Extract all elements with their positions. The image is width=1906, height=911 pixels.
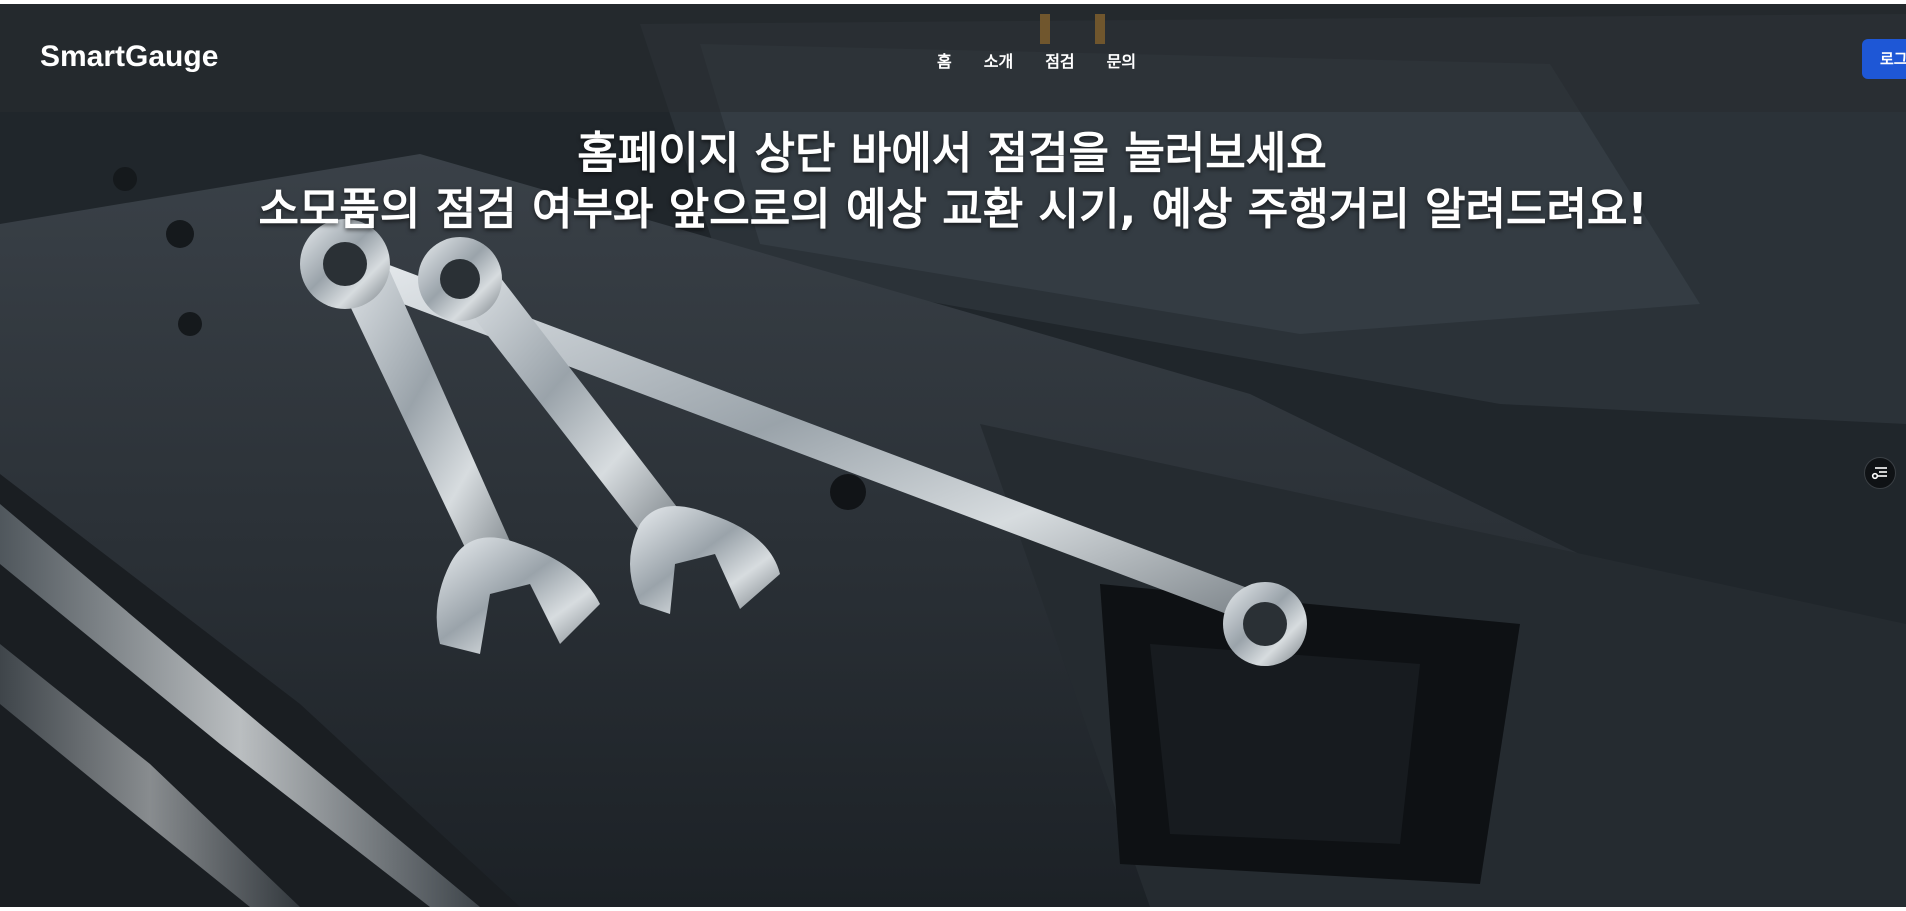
login-button[interactable]: 로그인 (1862, 39, 1906, 79)
nav-link-inspection[interactable]: 점검 (1045, 48, 1074, 72)
page: SmartGauge 홈 소개 점검 문의 로그인 홈페이지 상단 바에서 점검… (0, 0, 1906, 911)
nav-link-about[interactable]: 소개 (984, 48, 1013, 72)
hero-section: SmartGauge 홈 소개 점검 문의 로그인 홈페이지 상단 바에서 점검… (0, 4, 1906, 907)
brand-logo[interactable]: SmartGauge (40, 40, 218, 74)
nav-links: 홈 소개 점검 문의 (937, 48, 1168, 72)
floating-settings-button[interactable] (1864, 457, 1896, 489)
top-navbar: SmartGauge 홈 소개 점검 문의 로그인 (0, 4, 1906, 112)
filter-settings-icon (1871, 467, 1887, 480)
hero-headline: 홈페이지 상단 바에서 점검을 눌러보세요 소모품의 점검 여부와 앞으로의 예… (0, 126, 1906, 238)
hero-headline-line1: 홈페이지 상단 바에서 점검을 눌러보세요 (577, 128, 1327, 179)
nav-link-contact[interactable]: 문의 (1107, 48, 1136, 72)
nav-link-home[interactable]: 홈 (937, 48, 952, 72)
hero-headline-line2: 소모품의 점검 여부와 앞으로의 예상 교환 시기, 예상 주행거리 알려드려요… (258, 184, 1648, 235)
